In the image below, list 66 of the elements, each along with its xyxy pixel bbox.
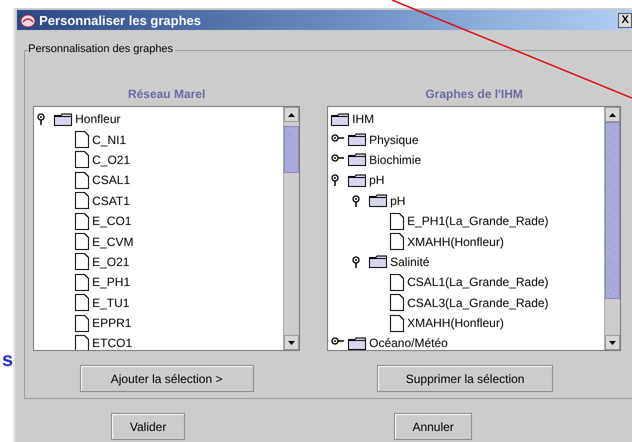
up-arrow-icon[interactable]: [609, 112, 616, 116]
tree-item[interactable]: C_NI1: [92, 132, 126, 147]
document-icon: [75, 212, 90, 230]
background-text: s: [2, 349, 14, 372]
folder-icon: [369, 194, 388, 208]
document-icon: [75, 233, 90, 250]
up-arrow-icon[interactable]: [288, 112, 296, 116]
folder-icon: [54, 112, 72, 126]
vertical-scrollbar[interactable]: [283, 107, 300, 350]
vertical-scrollbar[interactable]: [604, 107, 620, 350]
column-heading: Réseau Marel: [128, 87, 206, 101]
group-legend: Personnalisation des graphes: [28, 43, 176, 55]
tree-item[interactable]: EPPR1: [92, 316, 132, 330]
down-arrow-icon[interactable]: [609, 340, 616, 344]
scrollbar-thumb[interactable]: [284, 126, 300, 173]
document-icon: [75, 172, 90, 189]
down-arrow-icon[interactable]: [288, 340, 296, 344]
column-heading: Graphes de l'IHM: [425, 87, 523, 101]
tree-item[interactable]: pH: [369, 173, 384, 188]
tree-item[interactable]: E_CVM: [92, 234, 134, 249]
tree-item[interactable]: Biochimie: [369, 152, 422, 167]
tree-item[interactable]: E_O21: [92, 254, 130, 269]
scrollbar-thumb[interactable]: [605, 122, 620, 299]
validate-button[interactable]: Valider: [111, 413, 186, 440]
tree-item[interactable]: XMAHH(Honfleur): [407, 234, 504, 249]
tree-item[interactable]: C_O21: [92, 152, 130, 167]
close-button[interactable]: X: [618, 12, 632, 28]
document-icon: [390, 274, 404, 291]
tree-item[interactable]: XMAHH(Honfleur): [407, 316, 504, 330]
tree-item[interactable]: ETCO1: [92, 336, 132, 350]
tree-item[interactable]: CSAL1(La_Grande_Rade): [407, 275, 549, 290]
tree-item[interactable]: pH: [390, 194, 406, 208]
folder-icon: [348, 336, 366, 350]
folder-icon: [369, 255, 388, 268]
document-icon: [75, 131, 90, 148]
tree-item[interactable]: E_TU1: [92, 296, 130, 310]
tree-item[interactable]: CSAL1: [92, 173, 130, 188]
document-icon: [75, 294, 90, 312]
document-icon: [75, 314, 90, 332]
tree-item[interactable]: Océano/Météo: [369, 336, 448, 350]
tree-item[interactable]: E_PH1(La_Grande_Rade): [407, 214, 549, 228]
document-icon: [390, 233, 404, 250]
document-icon: [390, 294, 404, 312]
add-selection-button[interactable]: Ajouter la sélection >: [80, 365, 254, 392]
tree-item[interactable]: Physique: [369, 132, 418, 147]
document-icon: [390, 212, 404, 230]
tree-item[interactable]: Honfleur: [75, 112, 120, 126]
tree-item[interactable]: E_PH1: [92, 275, 130, 290]
document-icon: [75, 253, 90, 270]
tree-item[interactable]: IHM: [352, 112, 374, 126]
folder-icon: [348, 153, 366, 166]
folder-icon: [348, 174, 366, 187]
document-icon: [75, 192, 90, 210]
remove-selection-button[interactable]: Supprimer la sélection: [377, 365, 554, 392]
tree-item[interactable]: CSAL3(La_Grande_Rade): [407, 296, 549, 310]
tree-item[interactable]: Salinité: [390, 254, 430, 269]
cancel-button[interactable]: Annuler: [394, 413, 472, 440]
folder-icon: [331, 112, 350, 126]
document-icon: [75, 151, 90, 168]
folder-icon: [348, 133, 366, 146]
document-icon: [390, 314, 404, 332]
tree-item[interactable]: CSAT1: [92, 194, 130, 208]
document-icon: [75, 274, 90, 291]
app-icon: [20, 12, 36, 28]
window-title: Personnaliser les graphes: [39, 12, 202, 28]
tree-item[interactable]: E_CO1: [92, 214, 132, 228]
